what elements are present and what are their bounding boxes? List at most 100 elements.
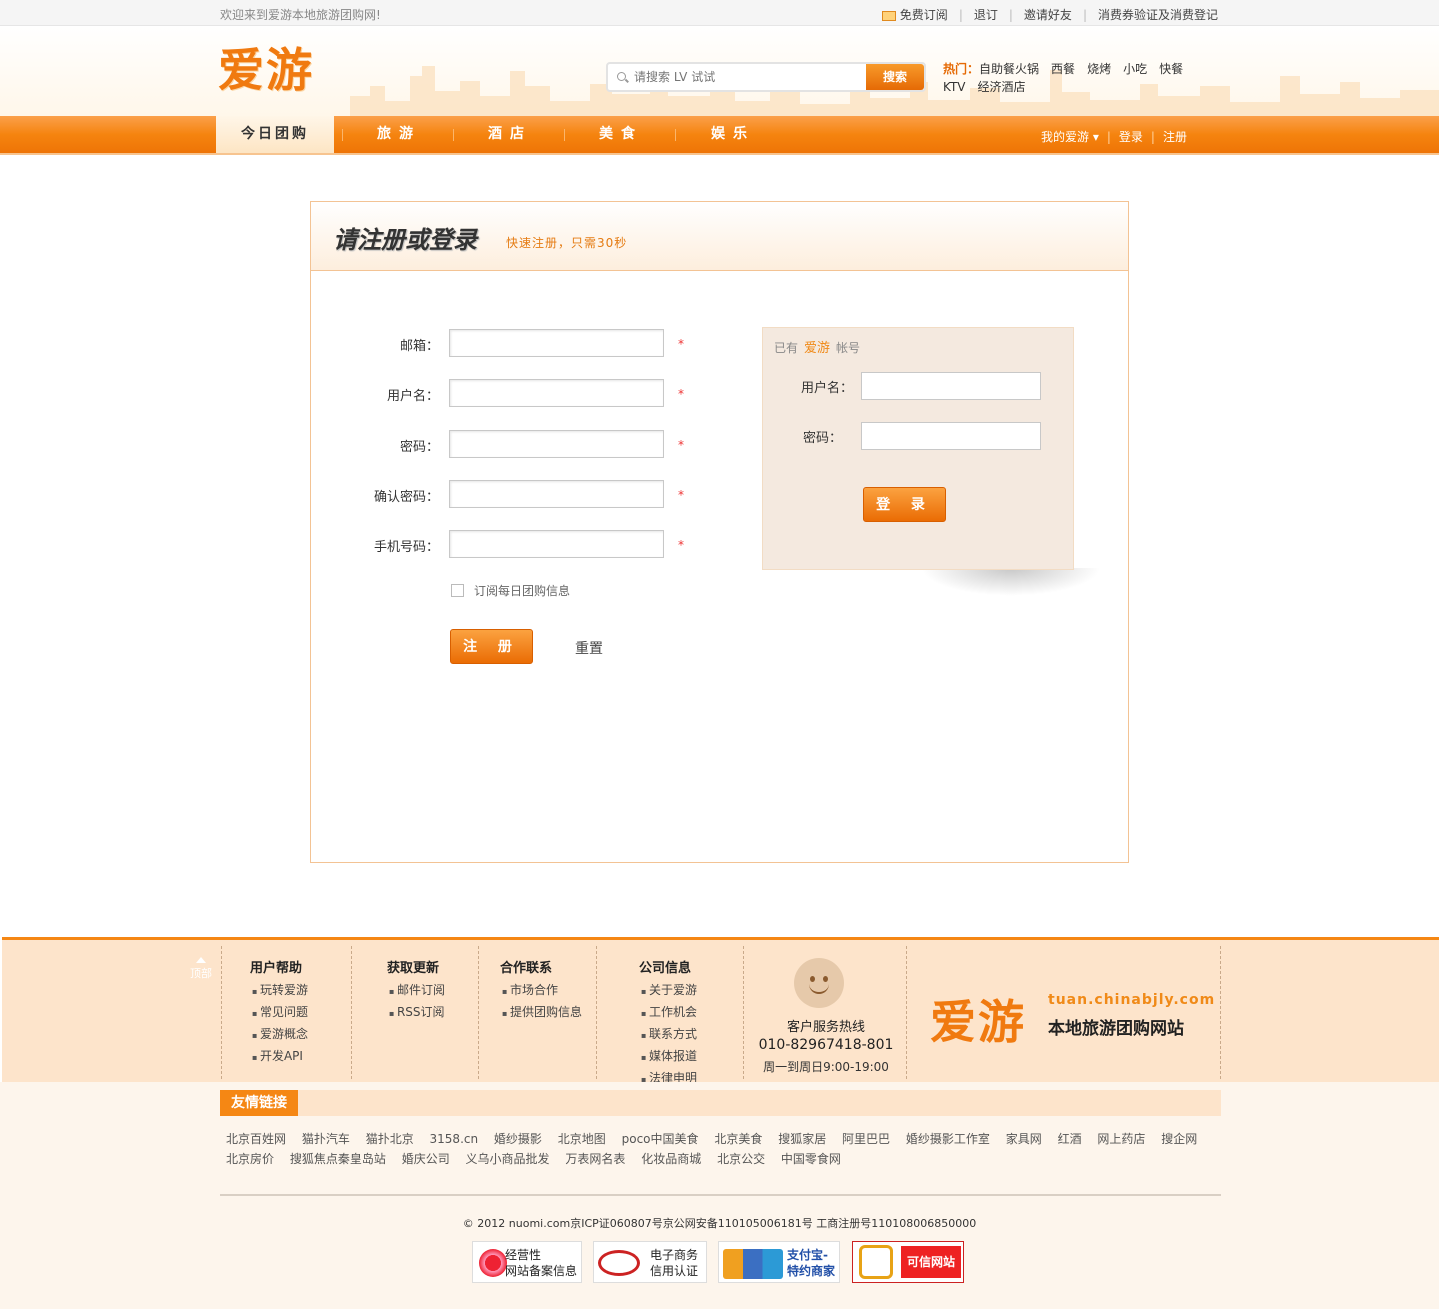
friend-link[interactable]: 北京地图 [558, 1132, 606, 1146]
friend-link[interactable]: 阿里巴巴 [842, 1132, 890, 1146]
login-password-label: 密码： [803, 431, 843, 446]
badge-trusted-site[interactable]: 可信网站 [852, 1241, 964, 1283]
login-caption-brand: 爱游 [804, 341, 831, 356]
footer-link[interactable]: 邮件订阅 [389, 980, 445, 1002]
nav-login-link[interactable]: 登录 [1119, 130, 1143, 144]
friend-link[interactable]: 北京房价 [226, 1152, 274, 1166]
friend-link[interactable]: 北京美食 [714, 1132, 762, 1146]
friend-link[interactable]: 搜狐家居 [778, 1132, 826, 1146]
friend-link[interactable]: 猫扑北京 [366, 1132, 414, 1146]
password-field[interactable] [449, 430, 664, 458]
page-title: 请注册或登录 [333, 226, 477, 254]
nav-item-hotel[interactable]: 酒店 [488, 116, 532, 153]
login-username-label: 用户名： [801, 381, 854, 396]
friend-link[interactable]: 北京公交 [717, 1152, 765, 1166]
friend-link[interactable]: 中国零食网 [781, 1152, 841, 1166]
footer-link[interactable]: 联系方式 [641, 1024, 697, 1046]
badge-alipay[interactable]: 支付宝- 特约商家 [718, 1241, 840, 1283]
my-account-link[interactable]: 我的爱游 [1041, 130, 1089, 144]
friend-links-title: 友情链接 [220, 1090, 298, 1116]
badge-line1: 支付宝- [787, 1248, 828, 1262]
reset-button[interactable]: 重置 [575, 638, 603, 658]
login-username-field[interactable] [861, 372, 1041, 400]
voucher-verify-link[interactable]: 消费券验证及消费登记 [1098, 6, 1218, 23]
subscribe-checkbox[interactable] [451, 584, 464, 597]
friend-link[interactable]: 化妆品商城 [641, 1152, 701, 1166]
confirm-password-row: 确认密码： [311, 480, 439, 508]
hot-keyword[interactable]: 快餐 [1159, 62, 1183, 76]
search-box: 搜索 [606, 62, 926, 92]
invite-friends-link[interactable]: 邀请好友 [1024, 6, 1072, 23]
footer-column-title: 合作联系 [500, 961, 553, 976]
footer-link[interactable]: 常见问题 [252, 1002, 308, 1024]
footer-link[interactable]: RSS订阅 [389, 1002, 445, 1024]
footer-link[interactable]: 工作机会 [641, 1002, 697, 1024]
hot-keyword[interactable]: 火锅 [1015, 62, 1039, 76]
footer-link[interactable]: 提供团购信息 [502, 1002, 582, 1024]
nav-item-today-deals[interactable]: 今日团购 [216, 116, 334, 153]
phone-label: 手机号码： [373, 540, 439, 555]
nav-item-food[interactable]: 美食 [599, 116, 643, 153]
nav-divider [564, 129, 565, 141]
friend-link[interactable]: 婚纱摄影工作室 [906, 1132, 990, 1146]
hot-keyword[interactable]: 西餐 [1051, 62, 1075, 76]
footer-column-title: 用户帮助 [250, 961, 303, 976]
badge-line1: 可信网站 [901, 1246, 961, 1278]
friend-link[interactable]: 家具网 [1006, 1132, 1042, 1146]
nav-item-travel[interactable]: 旅游 [377, 116, 421, 153]
login-panel: 已有 爱游 帐号 用户名： 密码： 登 录 [762, 327, 1074, 570]
nav-register-link[interactable]: 注册 [1163, 130, 1187, 144]
phone-field[interactable] [449, 530, 664, 558]
friend-link[interactable]: 义乌小商品批发 [466, 1152, 550, 1166]
friend-link[interactable]: 猫扑汽车 [302, 1132, 350, 1146]
friend-links-list: 北京百姓网 猫扑汽车 猫扑北京 3158.cn 婚纱摄影 北京地图 poco中国… [226, 1129, 1222, 1169]
hot-keyword[interactable]: KTV [943, 80, 965, 94]
footer-link[interactable]: 开发API [252, 1046, 308, 1068]
nav-item-entertainment[interactable]: 娱乐 [711, 116, 755, 153]
unsubscribe-link[interactable]: 退订 [974, 6, 998, 23]
footer-column-cooperation: 合作联系 市场合作 提供团购信息 [478, 946, 596, 1079]
login-button[interactable]: 登 录 [863, 487, 946, 522]
friend-link[interactable]: 红酒 [1058, 1132, 1082, 1146]
footer-link[interactable]: 玩转爱游 [252, 980, 308, 1002]
badge-bcp[interactable]: 电子商务 信用认证 [593, 1241, 707, 1283]
friend-link[interactable]: 万表网名表 [565, 1152, 625, 1166]
hot-keyword[interactable]: 烧烤 [1087, 62, 1111, 76]
friend-link[interactable]: 3158.cn [430, 1132, 479, 1146]
hot-keyword[interactable]: 自助餐 [979, 62, 1015, 76]
friend-link[interactable]: 婚纱摄影 [494, 1132, 542, 1146]
site-logo[interactable]: 爱游 [218, 44, 314, 96]
search-input[interactable] [634, 67, 864, 87]
email-field[interactable] [449, 329, 664, 357]
register-button[interactable]: 注 册 [450, 629, 533, 664]
friend-link[interactable]: 网上药店 [1097, 1132, 1145, 1146]
footer-link[interactable]: 关于爱游 [641, 980, 697, 1002]
friend-link[interactable]: 搜狐焦点秦皇岛站 [290, 1152, 386, 1166]
footer-link[interactable]: 市场合作 [502, 980, 582, 1002]
badge-record[interactable]: 经营性 网站备案信息 [472, 1241, 582, 1283]
friend-link[interactable]: 婚庆公司 [402, 1152, 450, 1166]
hot-keyword[interactable]: 经济酒店 [977, 80, 1025, 94]
footer: 顶部 用户帮助 玩转爱游 常见问题 爱游概念 开发API 获取更新 邮件订阅 R… [2, 937, 1439, 1085]
confirm-password-field[interactable] [449, 480, 664, 508]
friend-link[interactable]: 搜企网 [1161, 1132, 1197, 1146]
divider: | [958, 7, 963, 22]
subscribe-label[interactable]: 订阅每日团购信息 [474, 582, 570, 599]
back-to-top-button[interactable]: 顶部 [186, 957, 216, 981]
welcome-text: 欢迎来到爱游本地旅游团购网! [220, 8, 381, 22]
chevron-down-icon[interactable]: ▾ [1089, 130, 1099, 144]
badge-line1: 电子商务 [650, 1248, 699, 1262]
service-hours: 周一到周日9:00-19:00 [763, 1060, 889, 1074]
customer-service-icon [794, 958, 844, 1008]
search-button[interactable]: 搜索 [866, 64, 924, 90]
footer-column-title: 获取更新 [387, 961, 440, 976]
free-subscribe-link[interactable]: 免费订阅 [900, 6, 948, 23]
login-password-field[interactable] [861, 422, 1041, 450]
footer-link[interactable]: 媒体报道 [641, 1046, 697, 1068]
friend-link[interactable]: 北京百姓网 [226, 1132, 286, 1146]
hot-keyword[interactable]: 小吃 [1123, 62, 1147, 76]
username-field[interactable] [449, 379, 664, 407]
customer-service: 客户服务热线 010-82967418-801 周一到周日9:00-19:00 [743, 946, 907, 1079]
friend-link[interactable]: poco中国美食 [622, 1132, 699, 1146]
footer-link[interactable]: 爱游概念 [252, 1024, 308, 1046]
